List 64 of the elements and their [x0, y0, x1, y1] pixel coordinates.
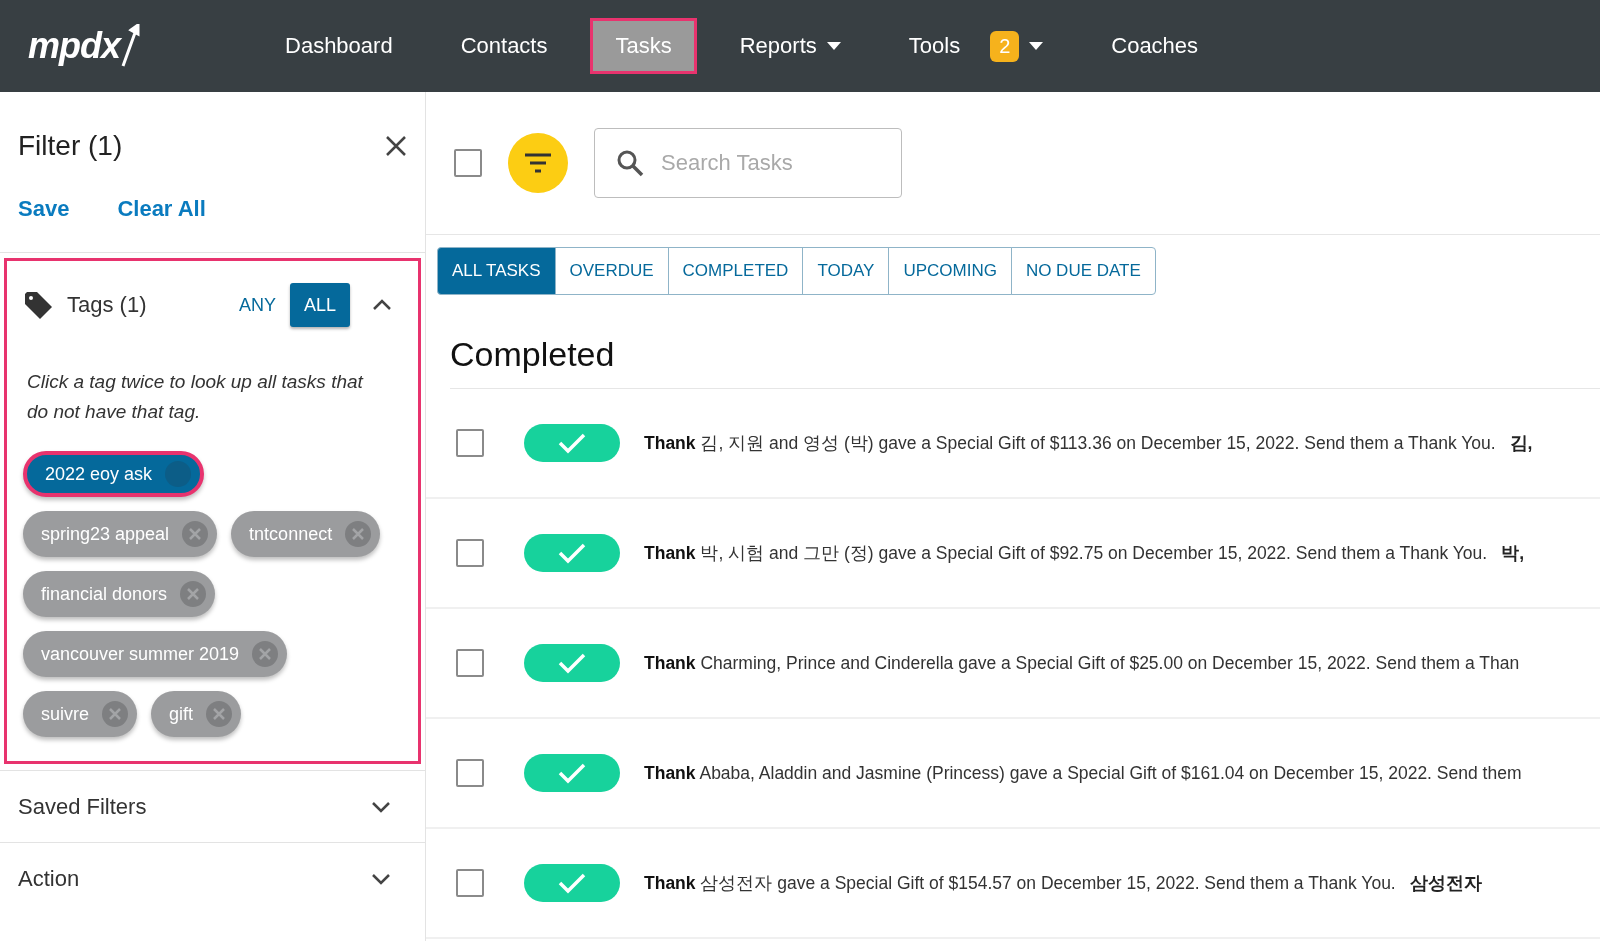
task-checkbox[interactable] [456, 649, 484, 677]
task-tab[interactable]: UPCOMING [888, 247, 1012, 295]
collapse-button[interactable] [372, 299, 392, 311]
tags-title: Tags (1) [67, 292, 148, 318]
close-icon[interactable] [385, 135, 407, 157]
count-badge: 2 [990, 30, 1020, 62]
search-icon [616, 149, 644, 177]
search-field[interactable]: Search Tasks [594, 128, 902, 198]
task-checkbox[interactable] [456, 759, 484, 787]
task-tab[interactable]: COMPLETED [667, 247, 804, 295]
task-description: Thank Charming, Prince and Cinderella gave a Special Gift of $25.00 on December 15, 2022. Send them a Than [644, 652, 1520, 673]
tag-chip[interactable]: 2022 eoy ask [23, 451, 205, 497]
select-all-checkbox[interactable] [454, 149, 482, 177]
check-icon [558, 542, 586, 564]
task-description: Thank Ababa, Aladdin and Jasmine (Princess) gave a Special Gift of $161.04 on December 15, 2022. Send them [644, 762, 1522, 783]
mode-toggle[interactable]: ANY [224, 283, 290, 327]
chevron-down-icon [371, 800, 391, 813]
task-description: Thank 삼성전자 gave a Special Gift of $154.57 on December 15, 2022. Send them a Thank You. [644, 873, 1396, 893]
task-description: Thank 김, 지원 and 영성 (박) gave a Special Gift of $113.36 on December 15, 2022. Send them a Thank You. [644, 433, 1496, 453]
filter-icon [524, 152, 552, 174]
task-checkbox[interactable] [456, 869, 484, 897]
filter-title: Filter (1) [18, 130, 123, 162]
contact-name[interactable]: 삼성전자 [1409, 873, 1482, 893]
hint-text: Click a tag twice to look up all tasks that do not have that tag. [27, 370, 365, 424]
remove-icon[interactable] [101, 700, 129, 728]
task-tab[interactable]: ALL TASKS [437, 247, 556, 295]
section-heading: Completed [450, 335, 1600, 389]
remove-icon[interactable] [179, 580, 208, 608]
nav-link[interactable]: Contacts [435, 18, 573, 74]
complete-button[interactable] [524, 754, 620, 792]
filter-button[interactable] [508, 133, 568, 193]
task-tab[interactable]: NO DUE DATE [1010, 247, 1156, 295]
remove-icon[interactable] [344, 520, 373, 548]
chevron-up-icon [372, 299, 392, 311]
nav-link[interactable]: Reports [714, 18, 866, 74]
remove-icon[interactable] [205, 700, 234, 728]
mode-toggle[interactable]: ALL [289, 283, 350, 327]
task-checkbox[interactable] [456, 429, 484, 457]
complete-button[interactable] [524, 864, 620, 902]
tag-icon [23, 290, 53, 320]
nav-link[interactable]: Tools 2 [883, 15, 1069, 77]
check-icon [558, 872, 586, 894]
contact-name[interactable]: 김, [1509, 433, 1533, 453]
logo[interactable]: mpdx [28, 25, 120, 67]
chevron-down-icon [371, 872, 391, 885]
save-link[interactable]: Save [18, 196, 70, 222]
task-description: Thank 박, 시험 and 그만 (정) gave a Special Gift of $92.75 on December 15, 2022. Send them a Thank You. [644, 543, 1488, 563]
check-icon [558, 652, 586, 674]
remove-icon[interactable] [164, 460, 193, 488]
task-tab[interactable]: OVERDUE [554, 247, 669, 295]
nav-link[interactable]: Dashboard [260, 18, 418, 74]
contact-name[interactable]: 박, [1501, 543, 1525, 563]
nav-link[interactable]: Coaches [1086, 18, 1224, 74]
arrow-icon [120, 24, 140, 68]
task-tab[interactable]: TODAY [802, 247, 890, 295]
remove-icon[interactable] [181, 520, 210, 548]
clear-all-link[interactable]: Clear All [117, 196, 206, 222]
check-icon [558, 432, 586, 454]
task-checkbox[interactable] [456, 539, 484, 567]
check-icon [558, 762, 586, 784]
remove-icon[interactable] [251, 640, 280, 668]
complete-button[interactable] [524, 424, 620, 462]
complete-button[interactable] [524, 534, 620, 572]
complete-button[interactable] [524, 644, 620, 682]
